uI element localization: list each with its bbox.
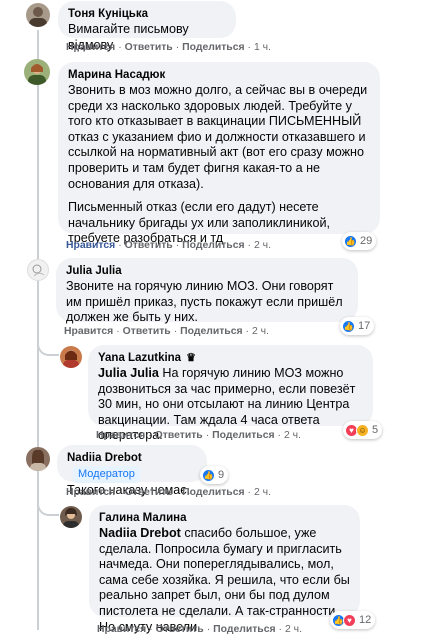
avatar[interactable] — [60, 346, 82, 368]
comment-actions: Нравится · Ответить · Поделиться · 1 ч. — [66, 42, 271, 53]
comment-text: Звонить в моз можно долго, а сейчас вы в… — [68, 83, 368, 191]
reply-action[interactable]: Ответить — [125, 487, 173, 498]
comment-text: Nadiia Drebot спасибо большое, уже сдела… — [99, 526, 350, 634]
comment-author[interactable]: Галина Малина — [99, 511, 350, 526]
reply-action[interactable]: Ответить — [125, 42, 173, 53]
comment-bubble: Тоня Куніцька Вимагайте письмову відмову… — [58, 1, 236, 52]
comment-time[interactable]: 2 ч. — [252, 326, 269, 337]
comment-author[interactable]: Тоня Куніцька — [68, 7, 226, 22]
like-action[interactable]: Нравится — [66, 487, 115, 498]
reply-action[interactable]: Ответить — [123, 326, 171, 337]
avatar[interactable] — [60, 506, 82, 528]
reaction-count[interactable]: 👍 17 — [340, 317, 375, 335]
mention-link[interactable]: Nadiia Drebot — [99, 526, 181, 540]
comment-author[interactable]: Марина Насадюк — [68, 68, 370, 83]
comment-bubble: Yana Lazutkina ♛ Julia Julia На горячую л… — [88, 345, 373, 442]
comment-author[interactable]: Julia Julia — [66, 264, 348, 279]
moderator-badge: Модератор — [73, 466, 140, 483]
thread-connector — [37, 330, 59, 356]
reply-action[interactable]: Ответить — [125, 240, 173, 251]
author-name[interactable]: Yana Lazutkina — [98, 352, 181, 364]
comment-time[interactable]: 2 ч. — [254, 240, 271, 251]
comment-time[interactable]: 2 ч. — [285, 624, 302, 635]
avatar[interactable] — [27, 259, 49, 281]
comment-time[interactable]: 1 ч. — [254, 42, 271, 53]
like-reaction-icon: 👍 — [202, 468, 215, 482]
comment-actions: Нравится · Ответить · Поделиться · 2 ч. — [96, 430, 301, 441]
share-action[interactable]: Поделиться — [182, 240, 244, 251]
comment-bubble: Марина Насадюк Звонить в моз можно долго… — [58, 62, 380, 245]
love-reaction-icon: ♥ — [343, 613, 356, 627]
like-action[interactable]: Нравится — [97, 624, 146, 635]
comment-actions: Нравится · Ответить · Поделиться · 2 ч. — [64, 326, 269, 337]
avatar[interactable] — [26, 447, 50, 471]
author-name[interactable]: Nadiia Drebot — [67, 452, 142, 464]
like-action[interactable]: Нравится — [96, 430, 145, 441]
like-reaction-icon: 👍 — [342, 319, 355, 333]
thread-connector — [37, 494, 59, 516]
avatar[interactable] — [24, 59, 50, 85]
like-action[interactable]: Нравится — [64, 326, 113, 337]
comment-bubble: Галина Малина Nadiia Drebot спасибо боль… — [89, 505, 360, 634]
comment-actions: Нравится · Ответить · Поделиться · 2 ч. — [97, 624, 302, 635]
haha-reaction-icon: ☺ — [356, 423, 369, 437]
share-action[interactable]: Поделиться — [213, 624, 275, 635]
comment-actions: Нравится · Ответить · Поделиться · 2 ч. — [66, 487, 271, 498]
like-reaction-icon: 👍 — [344, 234, 357, 248]
reaction-count[interactable]: 👍 29 — [342, 232, 377, 250]
avatar[interactable] — [26, 3, 50, 27]
share-action[interactable]: Поделиться — [182, 42, 244, 53]
reaction-count[interactable]: ♥ ☺ 5 — [343, 421, 383, 439]
mention-link[interactable]: Julia Julia — [98, 366, 159, 380]
comment-time[interactable]: 2 ч. — [284, 430, 301, 441]
reaction-count[interactable]: 👍 ♥ 12 — [330, 611, 376, 629]
crown-icon: ♛ — [186, 352, 196, 364]
comment-bubble: Julia Julia Звоните на горячую линию МОЗ… — [56, 258, 358, 324]
like-action[interactable]: Нравится — [66, 42, 115, 53]
share-action[interactable]: Поделиться — [180, 326, 242, 337]
comment-author: Yana Lazutkina ♛ — [98, 351, 363, 366]
comment-text: Звоните на горячую линию МОЗ. Они говоря… — [66, 279, 343, 325]
reaction-count[interactable]: 👍 9 — [200, 466, 229, 484]
reply-action[interactable]: Ответить — [156, 624, 204, 635]
comment-author: Nadiia Drebot Модератор — [67, 451, 197, 483]
share-action[interactable]: Поделиться — [212, 430, 274, 441]
share-action[interactable]: Поделиться — [182, 487, 244, 498]
reply-action[interactable]: Ответить — [155, 430, 203, 441]
like-action[interactable]: Нравится — [66, 240, 115, 251]
comment-time[interactable]: 2 ч. — [254, 487, 271, 498]
comment-actions: Нравится · Ответить · Поделиться · 2 ч. — [66, 240, 271, 251]
comment-bubble: Nadiia DrebotМодератор Такого наказу нем… — [57, 445, 207, 497]
